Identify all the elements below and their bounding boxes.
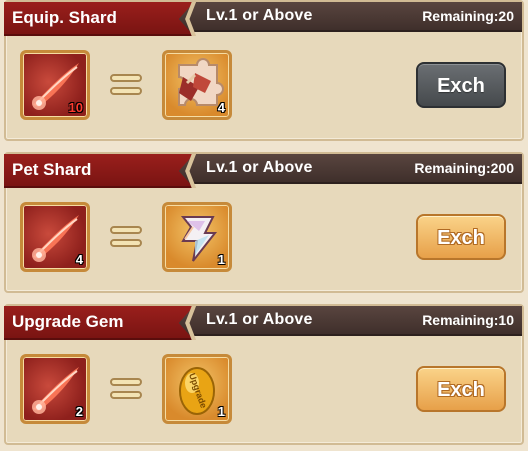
cost-quantity: 10 [68, 100, 83, 115]
exchange-button[interactable]: Exch [416, 366, 506, 412]
equals-icon [110, 74, 142, 96]
title-ribbon: Upgrade Gem [4, 306, 194, 340]
level-requirement: Lv.1 or Above [206, 7, 313, 24]
equals-icon [110, 226, 142, 248]
reward-item-slot[interactable]: Upgrade 1 [162, 354, 232, 424]
level-requirement: Lv.1 or Above [206, 159, 313, 176]
cost-item-slot[interactable]: 4 [20, 202, 90, 272]
reward-quantity: 1 [217, 252, 225, 267]
cost-item-slot[interactable]: 10 [20, 50, 90, 120]
level-requirement: Lv.1 or Above [206, 311, 313, 328]
exchange-row-equip-shard: Lv.1 or Above Remaining:20 Equip. Shard … [4, 0, 524, 141]
reward-item-slot[interactable]: 1 [162, 202, 232, 272]
exchange-button[interactable]: Exch [416, 62, 506, 108]
remaining-count: Remaining:20 [422, 8, 514, 24]
cost-quantity: 4 [75, 252, 83, 267]
exchange-row-pet-shard: Lv.1 or Above Remaining:200 Pet Shard 4 … [4, 152, 524, 293]
cost-item-slot[interactable]: 2 [20, 354, 90, 424]
exchange-row-upgrade-gem: Lv.1 or Above Remaining:10 Upgrade Gem 2… [4, 304, 524, 445]
reward-quantity: 1 [217, 404, 225, 419]
reward-item-slot[interactable]: 4 [162, 50, 232, 120]
title-ribbon: Pet Shard [4, 154, 194, 188]
remaining-count: Remaining:200 [414, 160, 514, 176]
item-title: Pet Shard [12, 160, 92, 179]
reward-quantity: 4 [217, 100, 225, 115]
exchange-button[interactable]: Exch [416, 214, 506, 260]
remaining-count: Remaining:10 [422, 312, 514, 328]
title-ribbon: Equip. Shard [4, 2, 194, 36]
item-title: Equip. Shard [12, 8, 117, 27]
item-title: Upgrade Gem [12, 312, 124, 331]
cost-quantity: 2 [75, 404, 83, 419]
equals-icon [110, 378, 142, 400]
